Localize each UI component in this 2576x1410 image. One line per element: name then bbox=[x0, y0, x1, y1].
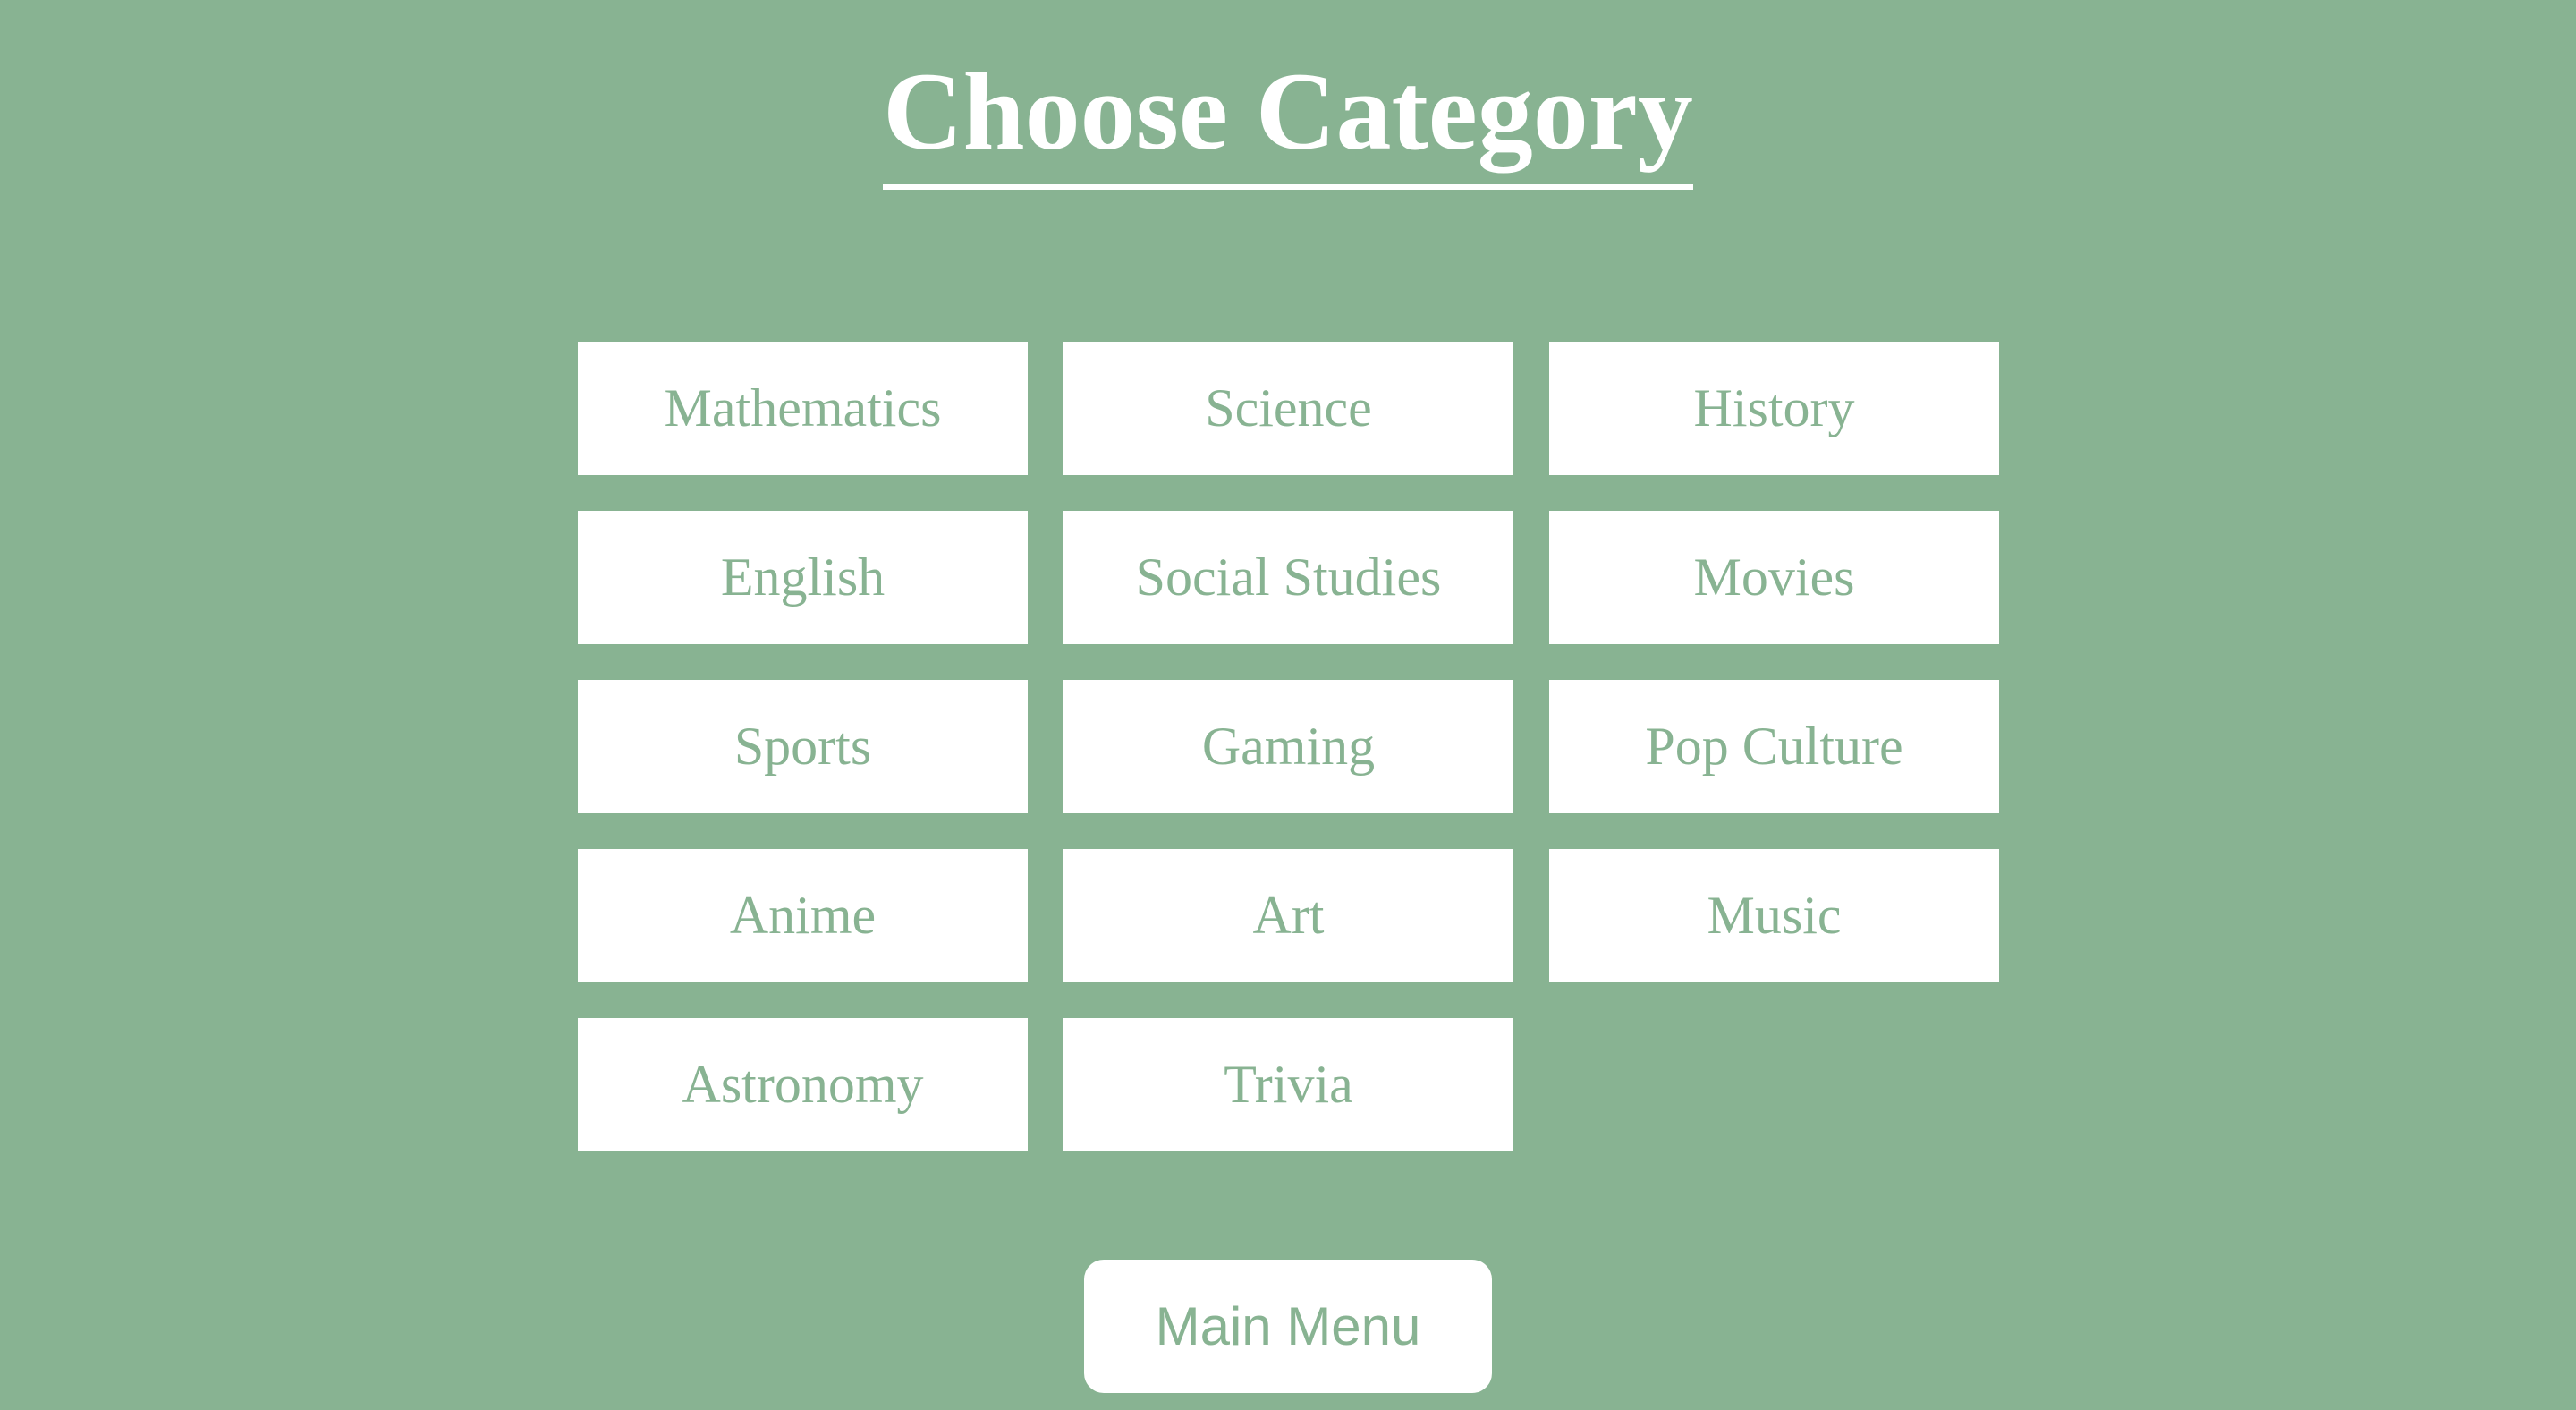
category-button-anime[interactable]: Anime bbox=[578, 849, 1028, 982]
category-grid: Mathematics Science History English Soci… bbox=[578, 342, 1999, 1151]
category-button-astronomy[interactable]: Astronomy bbox=[578, 1018, 1028, 1151]
category-button-movies[interactable]: Movies bbox=[1549, 511, 1999, 644]
category-button-history[interactable]: History bbox=[1549, 342, 1999, 475]
category-button-music[interactable]: Music bbox=[1549, 849, 1999, 982]
category-button-trivia[interactable]: Trivia bbox=[1063, 1018, 1513, 1151]
title-container: Choose Category bbox=[0, 45, 2576, 190]
category-button-pop-culture[interactable]: Pop Culture bbox=[1549, 680, 1999, 813]
main-menu-button[interactable]: Main Menu bbox=[1084, 1260, 1492, 1393]
category-button-sports[interactable]: Sports bbox=[578, 680, 1028, 813]
category-button-mathematics[interactable]: Mathematics bbox=[578, 342, 1028, 475]
category-button-gaming[interactable]: Gaming bbox=[1063, 680, 1513, 813]
category-button-science[interactable]: Science bbox=[1063, 342, 1513, 475]
category-button-social-studies[interactable]: Social Studies bbox=[1063, 511, 1513, 644]
category-button-english[interactable]: English bbox=[578, 511, 1028, 644]
category-button-art[interactable]: Art bbox=[1063, 849, 1513, 982]
page-title: Choose Category bbox=[883, 45, 1693, 190]
